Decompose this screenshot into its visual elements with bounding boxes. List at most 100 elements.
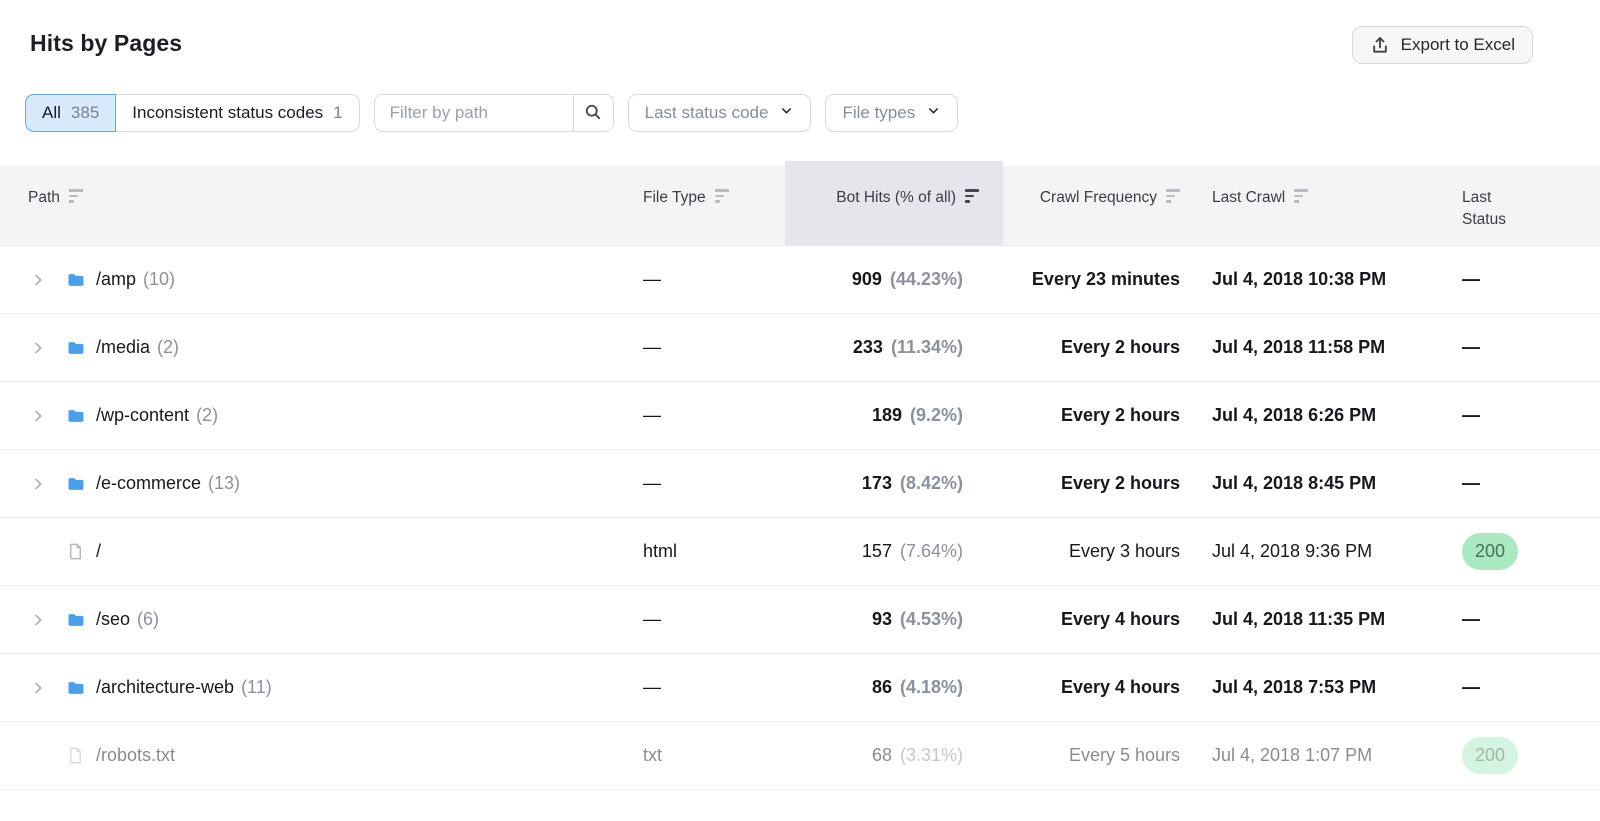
bot-hits-value: 173 <box>862 473 897 493</box>
expand-chevron-icon[interactable] <box>30 476 46 492</box>
table-row[interactable]: /robots.txt txt 68 (3.31%) Every 5 hours… <box>0 722 1600 790</box>
status-badge: — <box>1462 269 1480 289</box>
folder-icon <box>66 678 86 698</box>
file-type-cell: — <box>627 609 785 630</box>
sort-icon <box>965 189 979 203</box>
bot-hits-percent: (9.2%) <box>910 405 963 425</box>
bot-hits-percent: (44.23%) <box>890 269 963 289</box>
crawl-frequency-cell: Every 23 minutes <box>1003 269 1196 290</box>
file-types-label: File types <box>842 103 915 123</box>
bot-hits-percent: (4.18%) <box>900 677 963 697</box>
path-label: /e-commerce <box>96 473 201 494</box>
column-header-last-crawl[interactable]: Last Crawl <box>1196 166 1440 245</box>
bot-hits-value: 233 <box>853 337 888 357</box>
table-row[interactable]: /media (2) — 233 (11.34%) Every 2 hours … <box>0 314 1600 382</box>
file-icon <box>66 746 86 766</box>
last-status-cell: — <box>1440 677 1600 698</box>
path-label: /robots.txt <box>96 745 175 766</box>
tab-all[interactable]: All 385 <box>25 94 116 132</box>
last-status-cell: 200 <box>1440 533 1600 571</box>
bot-hits-percent: (8.42%) <box>900 473 963 493</box>
tab-inconsistent-count: 1 <box>333 103 342 123</box>
table-row[interactable]: /amp (10) — 909 (44.23%) Every 23 minute… <box>0 246 1600 314</box>
bot-hits-cell: 68 (3.31%) <box>785 745 1003 766</box>
tab-inconsistent-label: Inconsistent status codes <box>132 103 323 123</box>
last-status-cell: — <box>1440 609 1600 630</box>
last-crawl-cell: Jul 4, 2018 6:26 PM <box>1196 405 1440 426</box>
path-count: (2) <box>157 337 179 358</box>
path-cell: /amp (10) <box>0 269 627 290</box>
folder-icon <box>66 338 86 358</box>
table-row[interactable]: /seo (6) — 93 (4.53%) Every 4 hours Jul … <box>0 586 1600 654</box>
folder-icon <box>66 406 86 426</box>
table-body: /amp (10) — 909 (44.23%) Every 23 minute… <box>0 246 1600 790</box>
tab-all-count: 385 <box>71 103 99 123</box>
path-cell: /e-commerce (13) <box>0 473 627 494</box>
bot-hits-percent: (7.64%) <box>900 541 963 561</box>
table-row[interactable]: /architecture-web (11) — 86 (4.18%) Ever… <box>0 654 1600 722</box>
status-badge: — <box>1462 473 1480 493</box>
bot-hits-value: 68 <box>872 745 897 765</box>
filter-bar: All 385 Inconsistent status codes 1 Last… <box>25 94 1600 132</box>
folder-icon <box>66 474 86 494</box>
status-badge: 200 <box>1462 533 1518 571</box>
expand-chevron-icon[interactable] <box>30 408 46 424</box>
expand-chevron-icon[interactable] <box>30 340 46 356</box>
file-types-dropdown[interactable]: File types <box>825 94 958 132</box>
bot-hits-cell: 189 (9.2%) <box>785 405 1003 426</box>
path-count: (10) <box>143 269 175 290</box>
path-count: (6) <box>137 609 159 630</box>
last-crawl-cell: Jul 4, 2018 7:53 PM <box>1196 677 1440 698</box>
table-row[interactable]: /e-commerce (13) — 173 (8.42%) Every 2 h… <box>0 450 1600 518</box>
column-header-last-status: Last Status <box>1440 166 1600 245</box>
search-button[interactable] <box>573 95 613 131</box>
path-label: / <box>96 541 101 562</box>
table-header: Path File Type Bot Hits (% of all) Crawl… <box>0 166 1600 246</box>
search-icon <box>583 102 603 125</box>
bot-hits-value: 157 <box>862 541 897 561</box>
column-header-path[interactable]: Path <box>0 166 627 245</box>
last-crawl-cell: Jul 4, 2018 9:36 PM <box>1196 541 1440 562</box>
bot-hits-percent: (3.31%) <box>900 745 963 765</box>
chevron-down-icon <box>926 103 941 123</box>
sort-icon <box>715 189 729 203</box>
last-status-cell: — <box>1440 269 1600 290</box>
bot-hits-value: 189 <box>872 405 907 425</box>
last-crawl-cell: Jul 4, 2018 1:07 PM <box>1196 745 1440 766</box>
export-to-excel-button[interactable]: Export to Excel <box>1352 26 1533 64</box>
search-input[interactable] <box>375 95 573 131</box>
folder-icon <box>66 610 86 630</box>
path-cell: /seo (6) <box>0 609 627 630</box>
table-row[interactable]: /wp-content (2) — 189 (9.2%) Every 2 hou… <box>0 382 1600 450</box>
bot-hits-cell: 93 (4.53%) <box>785 609 1003 630</box>
table-row[interactable]: / html 157 (7.64%) Every 3 hours Jul 4, … <box>0 518 1600 586</box>
column-header-bot-hits[interactable]: Bot Hits (% of all) <box>785 161 1003 245</box>
crawl-frequency-cell: Every 3 hours <box>1003 541 1196 562</box>
crawl-frequency-cell: Every 2 hours <box>1003 405 1196 426</box>
column-header-file-type[interactable]: File Type <box>627 166 785 245</box>
last-status-code-dropdown[interactable]: Last status code <box>628 94 812 132</box>
expand-chevron-icon[interactable] <box>30 272 46 288</box>
tab-inconsistent-status-codes[interactable]: Inconsistent status codes 1 <box>116 94 359 132</box>
expand-chevron-icon[interactable] <box>30 680 46 696</box>
path-label: /amp <box>96 269 136 290</box>
path-filter <box>374 94 614 132</box>
chevron-down-icon <box>779 103 794 123</box>
expand-chevron-icon[interactable] <box>30 612 46 628</box>
bot-hits-value: 86 <box>872 677 897 697</box>
last-status-code-label: Last status code <box>645 103 769 123</box>
export-button-label: Export to Excel <box>1401 35 1515 55</box>
bot-hits-percent: (4.53%) <box>900 609 963 629</box>
column-header-crawl-frequency[interactable]: Crawl Frequency <box>1003 166 1196 245</box>
file-type-cell: — <box>627 269 785 290</box>
file-type-cell: — <box>627 405 785 426</box>
status-badge: — <box>1462 405 1480 425</box>
last-status-cell: — <box>1440 473 1600 494</box>
sort-icon <box>1166 189 1180 203</box>
status-badge: 200 <box>1462 737 1518 775</box>
bot-hits-cell: 233 (11.34%) <box>785 337 1003 358</box>
bot-hits-cell: 86 (4.18%) <box>785 677 1003 698</box>
status-badge: — <box>1462 337 1480 357</box>
last-status-cell: — <box>1440 337 1600 358</box>
file-type-cell: — <box>627 473 785 494</box>
